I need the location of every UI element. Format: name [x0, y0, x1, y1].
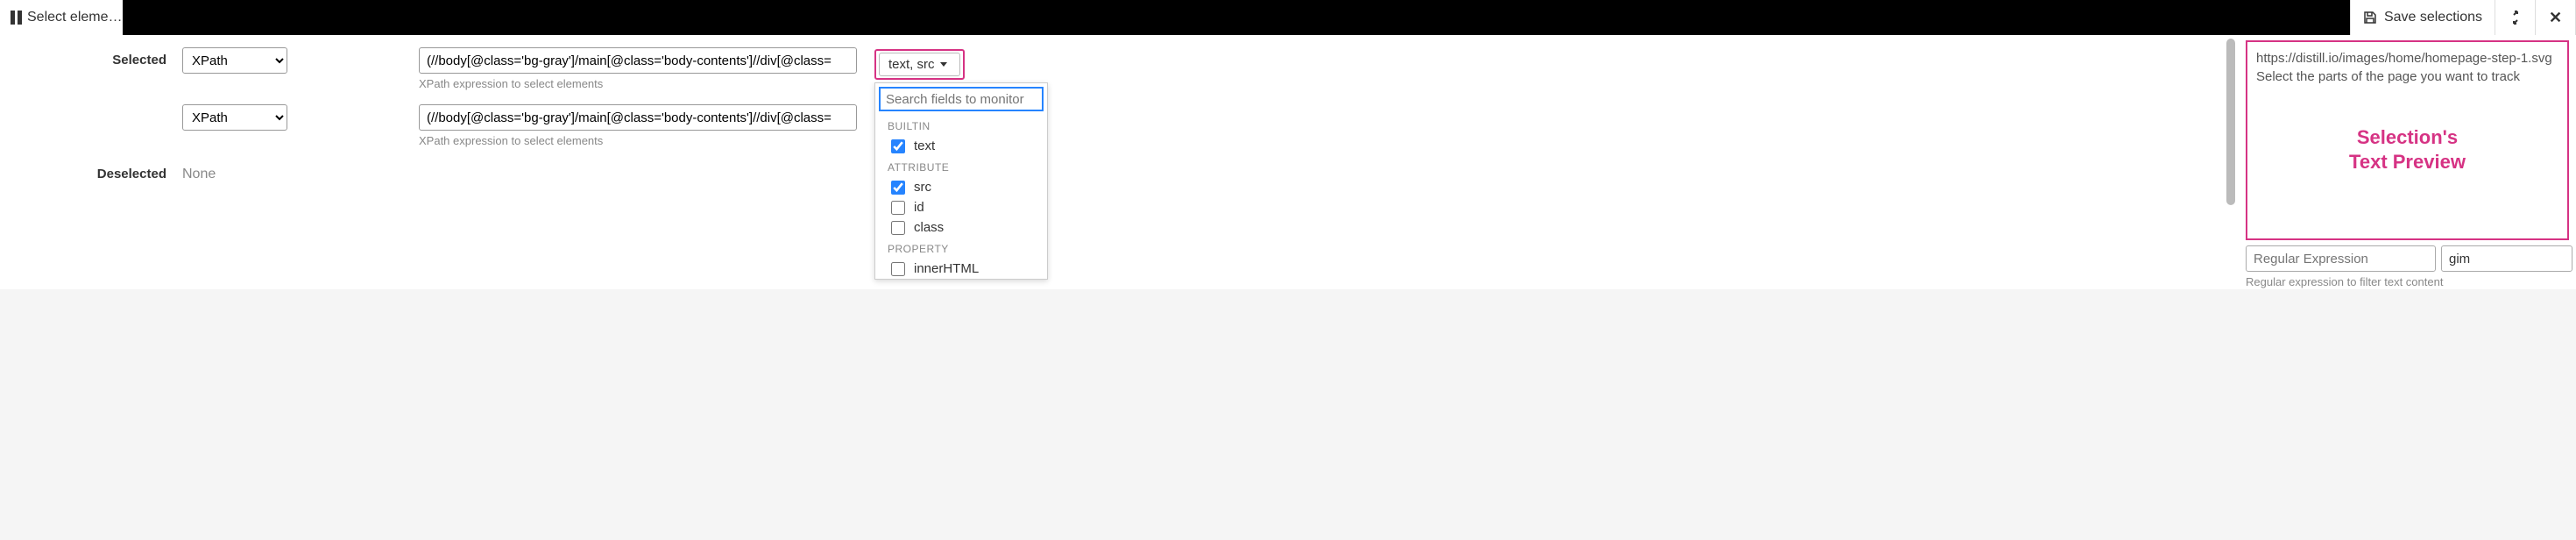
selected-label: Selected — [88, 47, 166, 68]
field-checkbox-innerhtml[interactable] — [891, 262, 905, 276]
field-checkbox-class[interactable] — [891, 221, 905, 235]
save-icon — [2363, 11, 2377, 25]
close-icon: ✕ — [2549, 9, 2562, 27]
fields-dropdown: BUILTIN text ATTRIBUTE src id — [874, 82, 1048, 280]
preview-badge: Selection's Text Preview — [2247, 125, 2567, 174]
regex-flags-input[interactable] — [2441, 245, 2572, 272]
topbar-actions: Save selections ✕ — [2350, 0, 2576, 35]
preview-line-2: Select the parts of the page you want to… — [2256, 68, 2558, 86]
xpath-input-2[interactable] — [419, 104, 857, 131]
selector-type-2[interactable]: XPath — [182, 104, 287, 131]
field-item-text[interactable]: text — [875, 136, 1047, 156]
tab-label: Select eleme… — [27, 10, 123, 25]
field-label-src: src — [914, 180, 931, 195]
deselected-none: None — [182, 161, 216, 182]
right-panel: https://distill.io/images/home/homepage-… — [2239, 35, 2576, 288]
xpath-helper-2: XPath expression to select elements — [419, 134, 857, 147]
fields-area: text, src BUILTIN text ATTRIBUTE src — [874, 47, 965, 80]
field-label-class: class — [914, 220, 944, 235]
regex-input[interactable] — [2246, 245, 2436, 272]
main-layout: Selected XPath XPath expression to selec… — [0, 35, 2576, 289]
expr-block-1: XPath expression to select elements — [419, 47, 857, 101]
chevron-down-icon — [940, 62, 947, 67]
scrollbar[interactable] — [2226, 39, 2235, 205]
deselected-label: Deselected — [88, 161, 166, 181]
regex-row — [2246, 245, 2569, 272]
selected-row-1: Selected XPath XPath expression to selec… — [0, 47, 2226, 101]
field-checkbox-id[interactable] — [891, 201, 905, 215]
collapse-icon — [2508, 10, 2523, 25]
expr-block-2: XPath expression to select elements — [419, 104, 857, 158]
save-label: Save selections — [2384, 10, 2482, 25]
topbar-spacer — [123, 0, 2350, 35]
group-attribute: ATTRIBUTE — [875, 156, 1047, 177]
regex-helper: Regular expression to filter text conten… — [2246, 275, 2569, 288]
xpath-helper-1: XPath expression to select elements — [419, 77, 857, 90]
text-preview-box: https://distill.io/images/home/homepage-… — [2246, 40, 2569, 240]
fields-search-input[interactable] — [879, 87, 1044, 111]
fields-summary: text, src — [888, 57, 935, 72]
collapse-button[interactable] — [2495, 0, 2536, 35]
field-item-id[interactable]: id — [875, 197, 1047, 217]
pause-icon — [11, 11, 22, 25]
save-selections-button[interactable]: Save selections — [2350, 0, 2495, 35]
topbar: Select eleme… Save selections ✕ — [0, 0, 2576, 35]
group-builtin: BUILTIN — [875, 115, 1047, 136]
field-label-innerhtml: innerHTML — [914, 261, 979, 276]
field-label-text: text — [914, 139, 935, 153]
selected-row-2: XPath XPath expression to select element… — [0, 104, 2226, 158]
preview-line-1: https://distill.io/images/home/homepage-… — [2256, 49, 2558, 68]
field-item-src[interactable]: src — [875, 177, 1047, 197]
field-checkbox-src[interactable] — [891, 181, 905, 195]
xpath-input-1[interactable] — [419, 47, 857, 74]
deselected-row: Deselected None — [0, 161, 2226, 182]
tab-select-elements[interactable]: Select eleme… — [0, 0, 123, 35]
fields-dropdown-toggle[interactable]: text, src — [879, 53, 960, 76]
fields-pill-highlight: text, src — [874, 49, 965, 80]
close-button[interactable]: ✕ — [2536, 0, 2576, 35]
field-label-id: id — [914, 200, 924, 215]
left-panel: Selected XPath XPath expression to selec… — [0, 35, 2226, 186]
field-checkbox-text[interactable] — [891, 139, 905, 153]
field-item-innerhtml[interactable]: innerHTML — [875, 259, 1047, 279]
field-item-class[interactable]: class — [875, 217, 1047, 238]
group-property: PROPERTY — [875, 238, 1047, 259]
selector-type-1[interactable]: XPath — [182, 47, 287, 74]
